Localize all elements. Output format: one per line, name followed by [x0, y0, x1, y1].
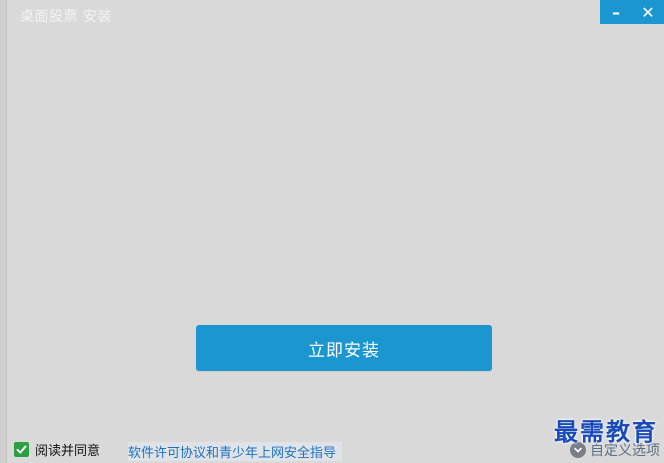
agree-row: 阅读并同意: [14, 440, 100, 459]
watermark-text: 最需教育: [554, 417, 658, 446]
window-title: 桌面股票 安装: [20, 9, 112, 25]
checkmark-icon: [16, 445, 27, 454]
window-left-edge: [0, 0, 7, 463]
agree-label: 阅读并同意: [35, 444, 101, 459]
license-agreement-link[interactable]: 软件许可协议和青少年上网安全指导: [128, 442, 343, 461]
installer-window: 桌面股票 安装 – ✕ 立即安装 阅读并同意 软件许可协议和青少年上网安全指导: [0, 0, 664, 463]
install-now-button[interactable]: 立即安装: [196, 325, 492, 371]
minimize-icon: –: [612, 2, 620, 22]
window-controls: – ✕: [600, 0, 664, 24]
minimize-button[interactable]: –: [604, 0, 628, 24]
close-icon: ✕: [641, 2, 655, 22]
agree-checkbox[interactable]: [14, 442, 29, 457]
close-button[interactable]: ✕: [636, 0, 660, 24]
